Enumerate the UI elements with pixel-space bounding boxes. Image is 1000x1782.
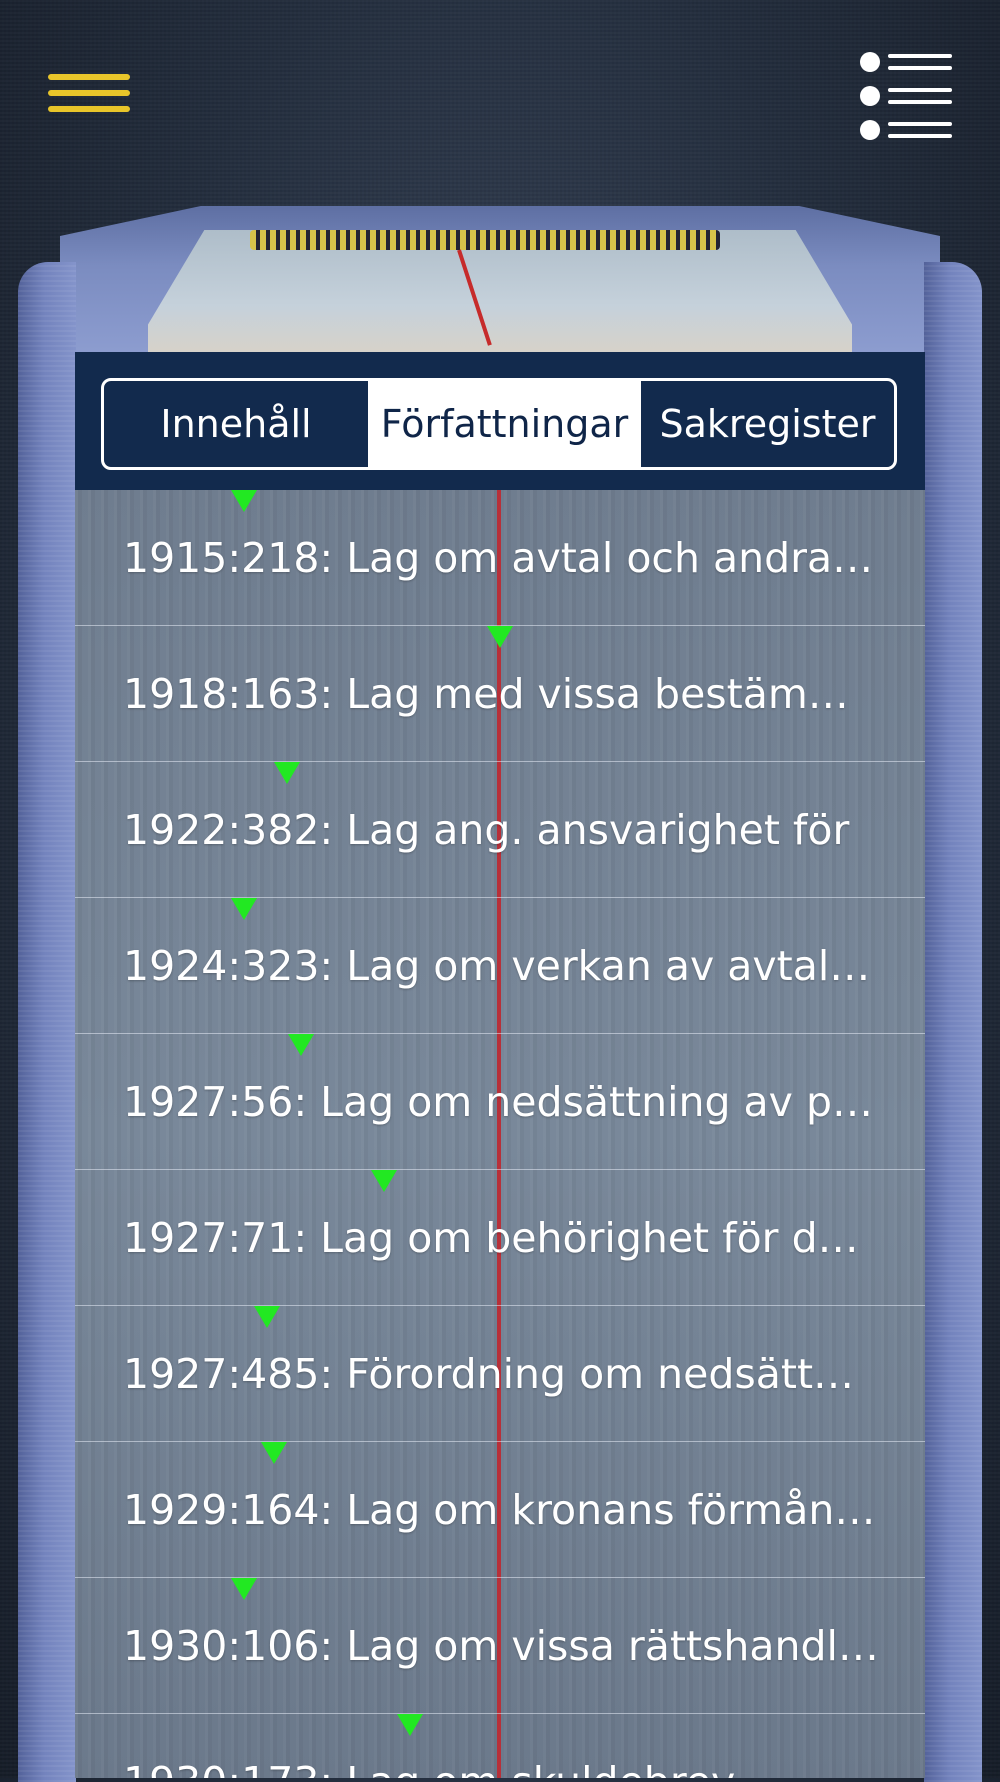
menu-bar (48, 74, 130, 80)
book-cover-right (924, 262, 982, 1782)
hamburger-menu-icon[interactable] (48, 72, 134, 116)
list-icon-row (860, 52, 956, 74)
list-item[interactable]: 1927:485: Förordning om nedsättning (75, 1306, 925, 1442)
list-item-label: 1915:218: Lag om avtal och andra rättsha… (123, 534, 879, 582)
tab-forfattningar[interactable]: Författningar (368, 381, 641, 467)
list-item-label: 1924:323: Lag om verkan av avtal, som sl… (123, 942, 879, 990)
menu-bar (48, 106, 130, 112)
list-item[interactable]: 1915:218: Lag om avtal och andra rättsha… (75, 490, 925, 626)
list-item-label: 1929:164: Lag om kronans förmånsrätt (123, 1486, 879, 1534)
list-item-label: 1927:485: Förordning om nedsättning (123, 1350, 879, 1398)
menu-bar (48, 90, 130, 96)
book-headband (250, 230, 720, 250)
list-item[interactable]: 1918:163: Lag med vissa bestämmelser (75, 626, 925, 762)
list-item[interactable]: 1924:323: Lag om verkan av avtal, som sl… (75, 898, 925, 1034)
list-view-icon[interactable] (860, 50, 956, 142)
list-item[interactable]: 1922:382: Lag ang. ansvarighet för (75, 762, 925, 898)
list-item-label: 1927:71: Lag om behörighet för domstol (123, 1214, 879, 1262)
tab-innehall[interactable]: Innehåll (104, 381, 368, 467)
list-item[interactable]: 1927:71: Lag om behörighet för domstol (75, 1170, 925, 1306)
book-top-edge (60, 206, 940, 356)
book-cover-left (18, 262, 76, 1782)
list-item[interactable]: 1927:56: Lag om nedsättning av pant (75, 1034, 925, 1170)
list-item-label: 1922:382: Lag ang. ansvarighet för (123, 806, 850, 854)
list-item[interactable]: 1930:173: Lag om skuldebrev (75, 1714, 925, 1778)
segment-header: Innehåll Författningar Sakregister (75, 352, 925, 490)
list-item[interactable]: 1929:164: Lag om kronans förmånsrätt (75, 1442, 925, 1578)
list-icon-row (860, 120, 956, 142)
tab-sakregister[interactable]: Sakregister (641, 381, 894, 467)
statute-list[interactable]: 1915:218: Lag om avtal och andra rättsha… (75, 490, 925, 1778)
list-item-label: 1918:163: Lag med vissa bestämmelser (123, 670, 879, 718)
list-item-label: 1930:106: Lag om vissa rättshandlingar (123, 1622, 879, 1670)
list-item-label: 1927:56: Lag om nedsättning av pant (123, 1078, 879, 1126)
list-item-label: 1930:173: Lag om skuldebrev (123, 1714, 879, 1778)
segmented-control: Innehåll Författningar Sakregister (101, 378, 897, 470)
list-icon-row (860, 86, 956, 108)
list-item[interactable]: 1930:106: Lag om vissa rättshandlingar (75, 1578, 925, 1714)
